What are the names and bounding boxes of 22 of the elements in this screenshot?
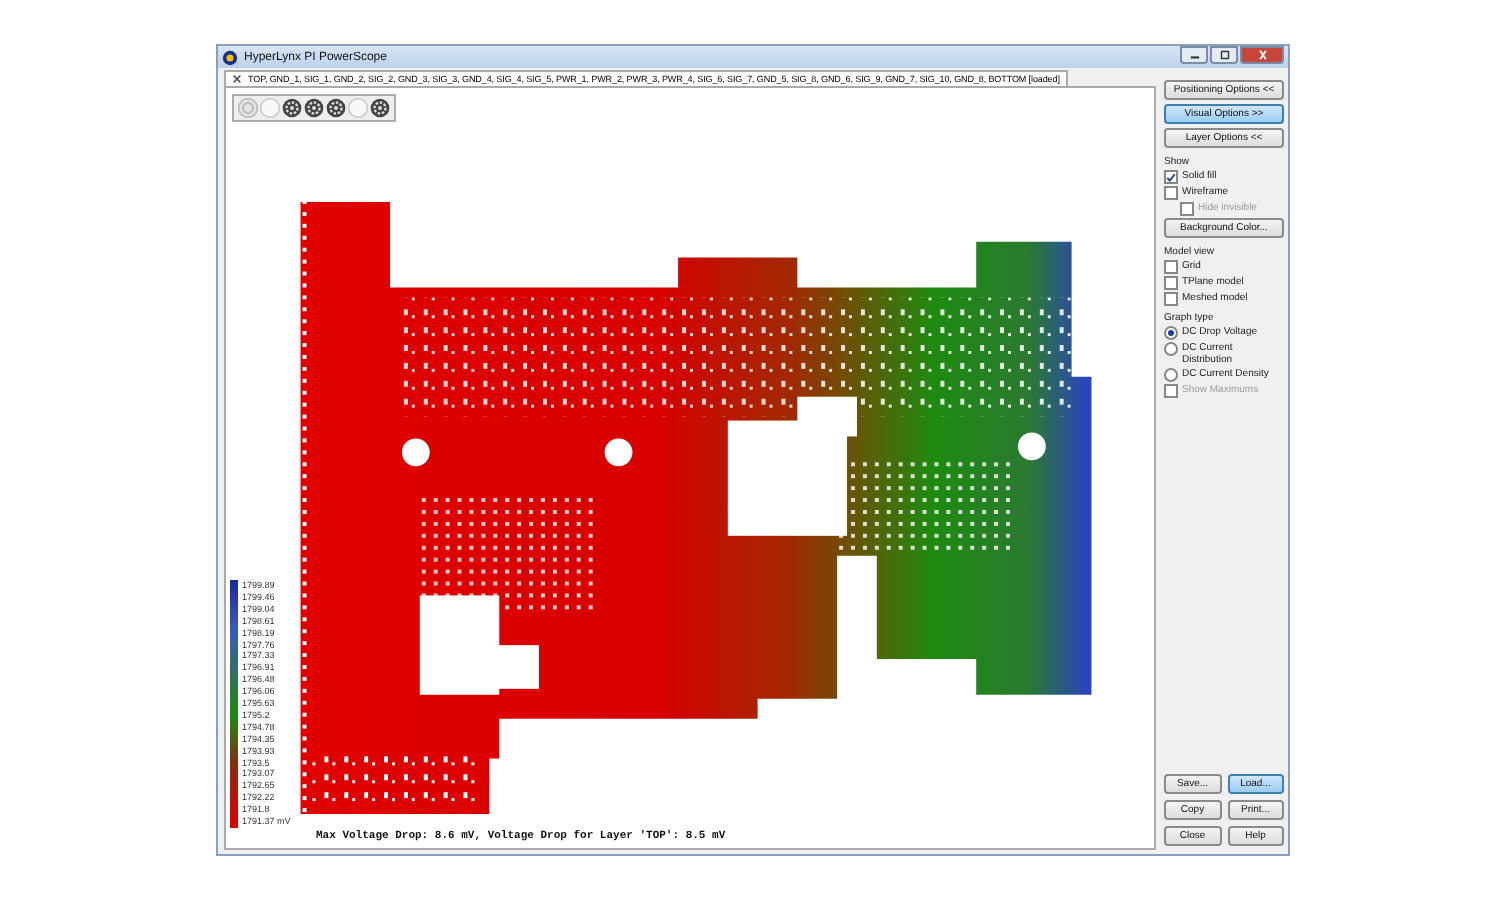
checkbox[interactable] bbox=[1164, 186, 1178, 200]
minimize-icon bbox=[1187, 50, 1201, 60]
board-cutout bbox=[727, 396, 857, 536]
maximize-button[interactable] bbox=[1210, 46, 1238, 64]
checkbox[interactable] bbox=[1164, 260, 1178, 274]
close-icon[interactable] bbox=[232, 74, 242, 84]
maximize-icon bbox=[1217, 50, 1231, 60]
radio-button[interactable] bbox=[1164, 342, 1178, 356]
checkbox[interactable] bbox=[1164, 292, 1178, 306]
mounting-hole bbox=[604, 438, 633, 467]
radio-button[interactable] bbox=[1164, 326, 1178, 340]
radio-button[interactable] bbox=[1164, 368, 1178, 382]
checkbox[interactable] bbox=[1164, 170, 1178, 184]
close-button[interactable] bbox=[1240, 46, 1284, 64]
checkbox[interactable] bbox=[1164, 276, 1178, 290]
board-cutout bbox=[419, 595, 540, 695]
close-icon bbox=[1255, 50, 1269, 60]
app-logo-icon bbox=[222, 49, 238, 65]
minimize-button[interactable] bbox=[1180, 46, 1208, 64]
checkmark-icon bbox=[1166, 171, 1176, 183]
mounting-hole bbox=[1017, 432, 1046, 461]
mounting-hole bbox=[401, 438, 430, 467]
